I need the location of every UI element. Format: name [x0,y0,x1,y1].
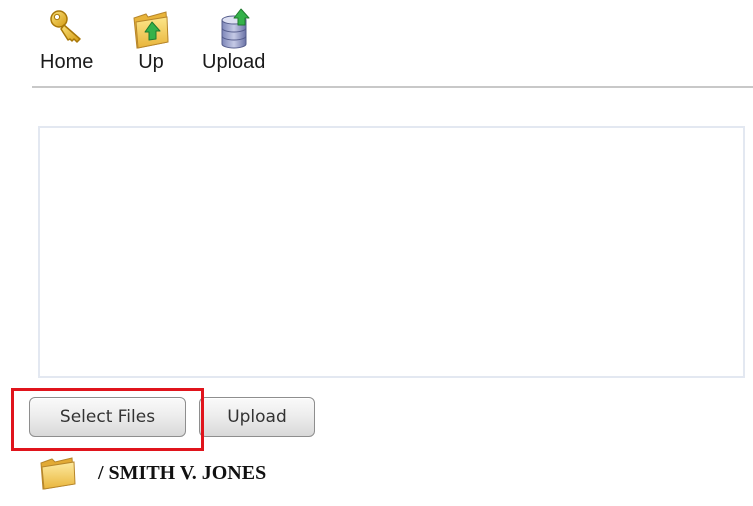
current-path: / SMITH V. JONES [38,454,266,492]
home-button[interactable]: Home [40,8,93,73]
home-label: Home [40,51,94,73]
file-manager-page: Home Up Upload Select Files Upload / SMI… [0,0,753,506]
toolbar: Home Up Upload [32,8,753,88]
select-files-button[interactable]: Select Files [29,397,186,437]
upload-toolbar-label: Upload [202,51,266,73]
database-upload-icon [221,8,250,49]
file-list-area[interactable] [38,126,745,378]
folder-up-icon [133,11,169,49]
up-label: Up [138,51,164,73]
up-button[interactable]: Up [131,8,171,73]
upload-toolbar-button[interactable]: Upload [202,8,265,73]
upload-button[interactable]: Upload [199,397,315,437]
key-icon [49,10,81,43]
path-text: / SMITH V. JONES [98,461,267,484]
folder-icon [40,457,76,490]
